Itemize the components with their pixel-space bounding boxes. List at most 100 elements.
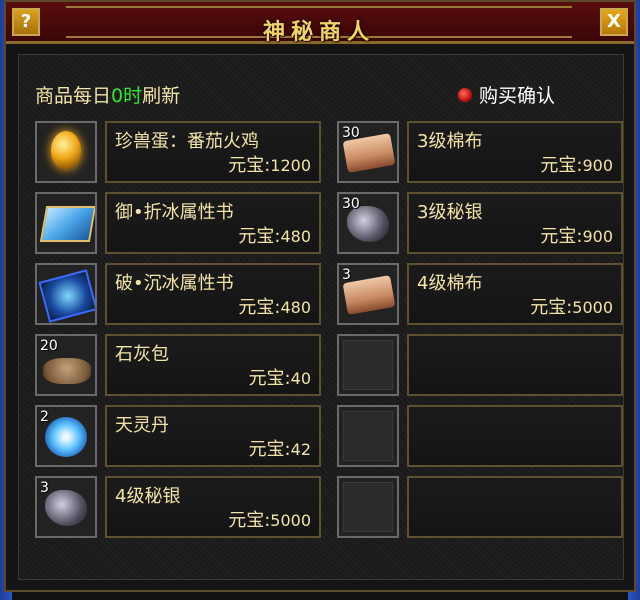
price-value: 5000 bbox=[270, 511, 311, 530]
empty-item-info bbox=[407, 405, 623, 467]
item-quantity: 20 bbox=[40, 338, 58, 354]
price-value: 480 bbox=[280, 298, 311, 317]
item-info[interactable]: 4级棉布 元宝:5000 bbox=[407, 263, 623, 325]
item-icon-frame[interactable] bbox=[35, 121, 97, 183]
currency-label: 元宝: bbox=[540, 226, 583, 247]
close-button[interactable]: X bbox=[600, 8, 628, 36]
shop-item-slot[interactable]: 御•折冰属性书 元宝:480 bbox=[35, 192, 325, 254]
spirit-pill-icon bbox=[45, 417, 87, 457]
empty-icon-frame bbox=[337, 334, 399, 396]
item-quantity: 30 bbox=[342, 125, 360, 141]
shop-item-slot[interactable]: 30 3级棉布 元宝:900 bbox=[337, 121, 627, 183]
item-icon-frame[interactable]: 3 bbox=[35, 476, 97, 538]
item-info[interactable]: 珍兽蛋：番茄火鸡 元宝:1200 bbox=[105, 121, 321, 183]
item-icon-frame[interactable]: 3 bbox=[337, 263, 399, 325]
price-value: 42 bbox=[290, 440, 311, 459]
item-info[interactable]: 3级棉布 元宝:900 bbox=[407, 121, 623, 183]
radio-button-icon[interactable] bbox=[456, 86, 473, 103]
ice-book-icon bbox=[39, 206, 95, 242]
item-price: 元宝:5000 bbox=[228, 506, 311, 532]
empty-item-info bbox=[407, 476, 623, 538]
empty-slot-icon bbox=[343, 411, 393, 461]
purchase-confirm-toggle[interactable]: 购买确认 bbox=[456, 81, 555, 108]
item-name: 4级棉布 bbox=[417, 273, 483, 294]
shop-item-slot[interactable]: 20 石灰包 元宝:40 bbox=[35, 334, 325, 396]
item-info[interactable]: 3级秘银 元宝:900 bbox=[407, 192, 623, 254]
window-title: 神秘商人 bbox=[262, 20, 375, 45]
empty-item-slot bbox=[337, 334, 627, 396]
item-quantity: 30 bbox=[342, 196, 360, 212]
item-name: 破•沉冰属性书 bbox=[115, 273, 234, 294]
price-value: 40 bbox=[290, 369, 311, 388]
right-item-column: 30 3级棉布 元宝:900 30 3级秘银 元宝:900 3 4级棉布 元宝:… bbox=[337, 121, 627, 547]
shop-item-slot[interactable]: 30 3级秘银 元宝:900 bbox=[337, 192, 627, 254]
shop-item-slot[interactable]: 3 4级棉布 元宝:5000 bbox=[337, 263, 627, 325]
item-icon-frame[interactable]: 30 bbox=[337, 121, 399, 183]
item-icon-frame[interactable]: 2 bbox=[35, 405, 97, 467]
currency-label: 元宝: bbox=[248, 368, 291, 389]
empty-slot-icon bbox=[343, 482, 393, 532]
item-quantity: 3 bbox=[40, 480, 49, 496]
item-icon-frame[interactable]: 30 bbox=[337, 192, 399, 254]
price-value: 480 bbox=[280, 227, 311, 246]
price-value: 900 bbox=[582, 227, 613, 246]
item-price: 元宝:42 bbox=[249, 435, 311, 461]
empty-slot-icon bbox=[343, 340, 393, 390]
lime-pack-icon bbox=[43, 358, 91, 384]
item-icon-frame[interactable] bbox=[35, 192, 97, 254]
currency-label: 元宝: bbox=[530, 297, 573, 318]
item-price: 元宝:40 bbox=[249, 364, 311, 390]
currency-label: 元宝: bbox=[228, 510, 271, 531]
item-price: 元宝:5000 bbox=[530, 293, 613, 319]
dark-ice-book-icon bbox=[38, 269, 95, 323]
empty-item-info bbox=[407, 334, 623, 396]
item-name: 天灵丹 bbox=[115, 415, 169, 436]
item-name: 3级棉布 bbox=[417, 131, 483, 152]
shop-item-slot[interactable]: 破•沉冰属性书 元宝:480 bbox=[35, 263, 325, 325]
item-price: 元宝:900 bbox=[540, 222, 613, 248]
game-screen: ? 神秘商人 X 商品每日0时刷新 购买确认 珍兽蛋：番茄火鸡 元宝:1200 bbox=[0, 0, 640, 600]
empty-item-slot bbox=[337, 476, 627, 538]
currency-label: 元宝: bbox=[228, 155, 271, 176]
item-price: 元宝:480 bbox=[238, 222, 311, 248]
item-info[interactable]: 御•折冰属性书 元宝:480 bbox=[105, 192, 321, 254]
item-price: 元宝:480 bbox=[238, 293, 311, 319]
price-value: 900 bbox=[582, 156, 613, 175]
item-name: 珍兽蛋：番茄火鸡 bbox=[115, 131, 259, 152]
item-info[interactable]: 4级秘银 元宝:5000 bbox=[105, 476, 321, 538]
item-name: 御•折冰属性书 bbox=[115, 202, 234, 223]
price-value: 1200 bbox=[270, 156, 311, 175]
shop-item-slot[interactable]: 2 天灵丹 元宝:42 bbox=[35, 405, 325, 467]
currency-label: 元宝: bbox=[238, 226, 281, 247]
item-name: 4级秘银 bbox=[115, 486, 181, 507]
refresh-hour: 0时 bbox=[111, 85, 143, 107]
item-price: 元宝:900 bbox=[540, 151, 613, 177]
shop-item-slot[interactable]: 珍兽蛋：番茄火鸡 元宝:1200 bbox=[35, 121, 325, 183]
item-info[interactable]: 天灵丹 元宝:42 bbox=[105, 405, 321, 467]
shop-panel: 商品每日0时刷新 购买确认 珍兽蛋：番茄火鸡 元宝:1200 御•折冰属性书 元… bbox=[18, 54, 624, 580]
title-frame: 神秘商人 bbox=[66, 6, 572, 45]
empty-icon-frame bbox=[337, 476, 399, 538]
mystery-merchant-window: ? 神秘商人 X 商品每日0时刷新 购买确认 珍兽蛋：番茄火鸡 元宝:1200 bbox=[4, 0, 636, 592]
refresh-suffix: 刷新 bbox=[142, 85, 181, 107]
refresh-prefix: 商品每日 bbox=[35, 85, 112, 107]
purchase-confirm-label: 购买确认 bbox=[478, 85, 555, 107]
help-button[interactable]: ? bbox=[12, 8, 40, 36]
item-info[interactable]: 石灰包 元宝:40 bbox=[105, 334, 321, 396]
title-bar[interactable]: ? 神秘商人 X bbox=[6, 2, 634, 45]
item-name: 3级秘银 bbox=[417, 202, 483, 223]
item-icon-frame[interactable] bbox=[35, 263, 97, 325]
currency-label: 元宝: bbox=[540, 155, 583, 176]
left-item-column: 珍兽蛋：番茄火鸡 元宝:1200 御•折冰属性书 元宝:480 破•沉冰属性书 bbox=[35, 121, 325, 547]
empty-icon-frame bbox=[337, 405, 399, 467]
item-info[interactable]: 破•沉冰属性书 元宝:480 bbox=[105, 263, 321, 325]
refresh-notice: 商品每日0时刷新 bbox=[35, 81, 180, 108]
empty-item-slot bbox=[337, 405, 627, 467]
shop-item-slot[interactable]: 3 4级秘银 元宝:5000 bbox=[35, 476, 325, 538]
currency-label: 元宝: bbox=[238, 297, 281, 318]
price-value: 5000 bbox=[572, 298, 613, 317]
item-icon-frame[interactable]: 20 bbox=[35, 334, 97, 396]
mithril-ore-icon bbox=[45, 490, 87, 526]
item-quantity: 3 bbox=[342, 267, 351, 283]
item-quantity: 2 bbox=[40, 409, 49, 425]
